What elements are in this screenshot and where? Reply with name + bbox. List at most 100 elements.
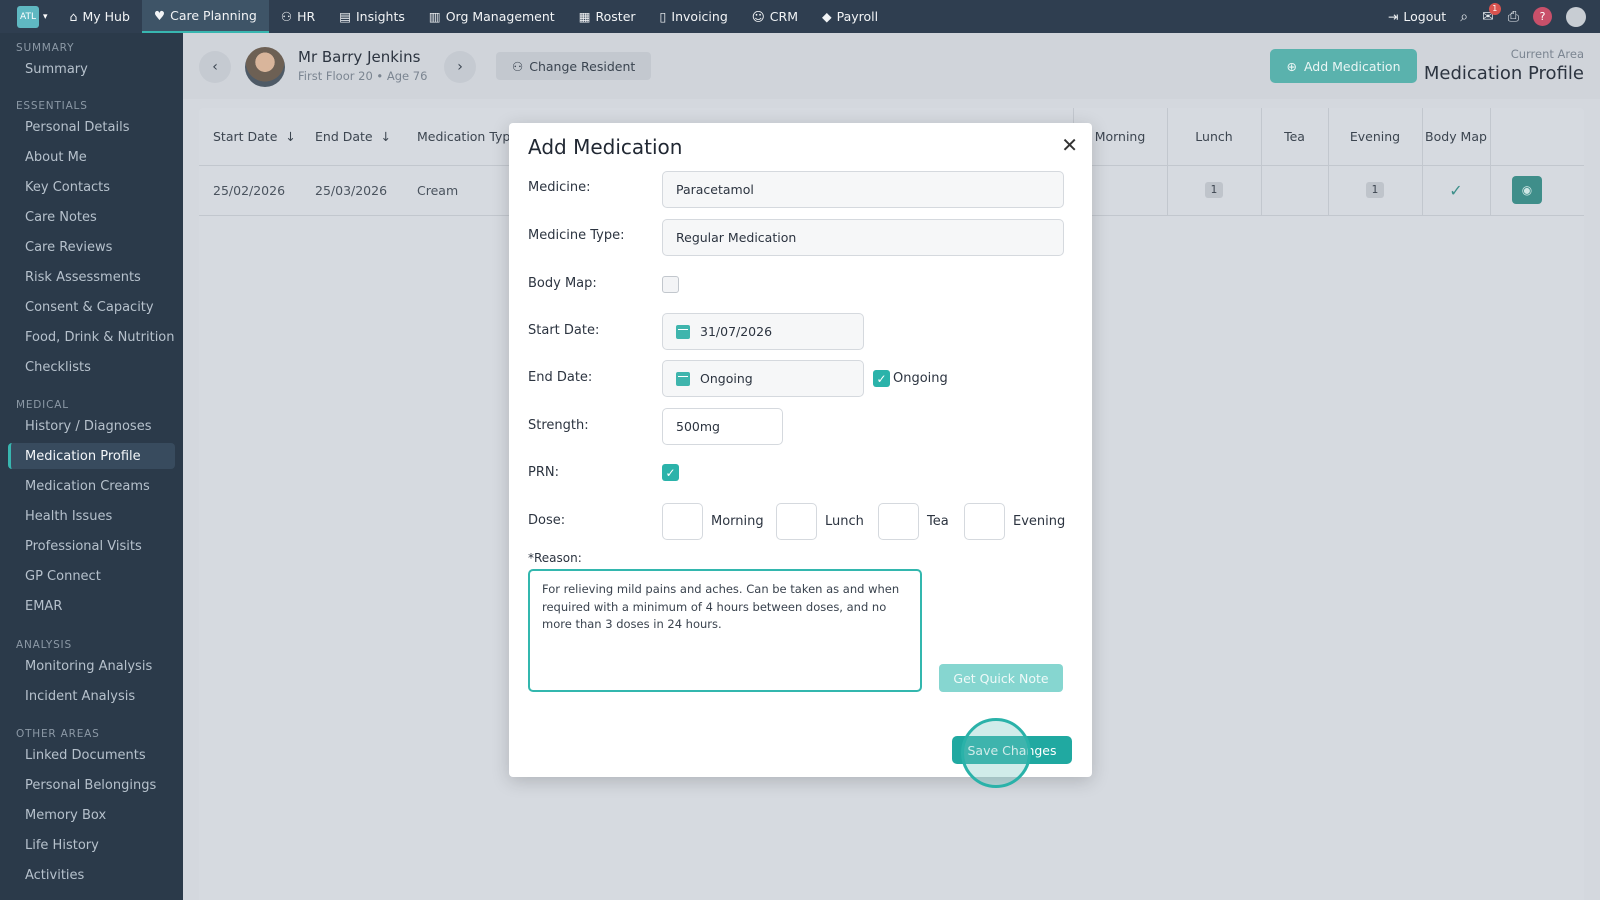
- mail-icon[interactable]: ✉ 1: [1482, 2, 1501, 25]
- separator-dot: •: [376, 69, 387, 83]
- eye-icon: ◉: [1521, 183, 1533, 197]
- add-medication-button[interactable]: ⊕ Add Medication: [1270, 49, 1417, 83]
- sidebar-item-professional-visits[interactable]: Professional Visits: [8, 533, 175, 559]
- get-quick-note-button[interactable]: Get Quick Note: [939, 664, 1063, 692]
- sidebar-item-monitoring-analysis[interactable]: Monitoring Analysis: [8, 653, 175, 679]
- checkmark-icon: ✓: [1449, 180, 1463, 200]
- dose-lunch-input[interactable]: [776, 503, 817, 540]
- close-icon[interactable]: ✕: [1061, 133, 1078, 157]
- resident-age: Age 76: [386, 69, 428, 83]
- sidebar-item-medication-profile[interactable]: Medication Profile: [8, 443, 175, 469]
- chart-icon: ▤: [339, 9, 351, 24]
- ongoing-checkbox[interactable]: ✓: [873, 370, 890, 387]
- column-header-medication-type[interactable]: Medication Type: [417, 108, 513, 165]
- nav-my-hub[interactable]: ⌂ My Hub: [58, 0, 142, 33]
- sidebar-item-personal-details[interactable]: Personal Details: [8, 114, 175, 140]
- nav-label: Invoicing: [671, 9, 728, 24]
- nav-hr[interactable]: ⚇ HR: [269, 0, 327, 33]
- contacts-icon: ☺: [751, 9, 765, 24]
- help-icon[interactable]: ?: [1533, 7, 1552, 26]
- start-date-field[interactable]: 31/07/2026: [662, 313, 864, 350]
- cell-start-date: 25/02/2026: [213, 182, 286, 198]
- medicine-field[interactable]: Paracetamol: [662, 171, 1064, 208]
- search-icon[interactable]: ⌕: [1460, 9, 1468, 25]
- header-label: Start Date: [213, 129, 278, 144]
- end-date-field[interactable]: Ongoing: [662, 360, 864, 397]
- sidebar-item-checklists[interactable]: Checklists: [8, 354, 175, 380]
- medicine-type-field[interactable]: Regular Medication: [662, 219, 1064, 256]
- prn-checkbox[interactable]: ✓: [662, 464, 679, 481]
- org-switcher[interactable]: ATL ▾: [17, 5, 48, 28]
- dose-morning-input[interactable]: [662, 503, 703, 540]
- people-icon: ⚇: [280, 9, 293, 24]
- sidebar-item-activities[interactable]: Activities: [8, 862, 175, 888]
- nav-roster[interactable]: ▦ Roster: [567, 0, 648, 33]
- dose-evening-input[interactable]: [964, 503, 1005, 540]
- resident-details: First Floor 20 • Age 76: [298, 69, 427, 83]
- sidebar-item-care-reviews[interactable]: Care Reviews: [8, 234, 175, 260]
- body-map-checkbox[interactable]: [662, 276, 679, 293]
- sidebar-item-key-contacts[interactable]: Key Contacts: [8, 174, 175, 200]
- column-header-end-date[interactable]: End Date ↓: [315, 108, 405, 165]
- nav-care-planning[interactable]: ♥ Care Planning: [141, 0, 269, 33]
- dose-tea-input[interactable]: [878, 503, 919, 540]
- logout-label: Logout: [1403, 9, 1447, 24]
- sidebar-heading: Medical: [16, 399, 69, 411]
- divider: [1261, 108, 1262, 215]
- view-button[interactable]: ◉: [1512, 176, 1542, 204]
- nav-label: CRM: [769, 9, 798, 24]
- calendar-icon: ▦: [578, 9, 591, 24]
- change-resident-button[interactable]: ⚇ Change Resident: [496, 52, 652, 80]
- sidebar-item-health-issues[interactable]: Health Issues: [8, 503, 175, 529]
- nav-crm[interactable]: ☺ CRM: [740, 0, 810, 33]
- sidebar-item-memory-box[interactable]: Memory Box: [8, 802, 175, 828]
- sidebar-heading: Other Areas: [16, 728, 100, 740]
- body-map-label: Body Map:: [528, 276, 597, 291]
- cell-medication-type: Cream: [417, 182, 459, 198]
- heart-icon: ♥: [153, 8, 166, 23]
- dose-morning-label: Morning: [711, 514, 764, 529]
- sidebar-item-life-history[interactable]: Life History: [8, 832, 175, 858]
- document-icon: ▯: [659, 9, 667, 24]
- reason-textarea[interactable]: For relieving mild pains and aches. Can …: [528, 569, 922, 692]
- logout-button[interactable]: ⇥ Logout: [1388, 0, 1446, 33]
- resident-header: ‹ Mr Barry Jenkins First Floor 20 • Age …: [183, 33, 1600, 99]
- end-date-label: End Date:: [528, 370, 593, 385]
- column-header-tea: Tea: [1284, 129, 1305, 144]
- sidebar-item-risk-assessments[interactable]: Risk Assessments: [8, 264, 175, 290]
- next-resident-button[interactable]: ›: [444, 51, 476, 83]
- nav-org-management[interactable]: ▥ Org Management: [417, 0, 567, 33]
- nav-payroll[interactable]: ◆ Payroll: [810, 0, 890, 33]
- cell-end-date: 25/03/2026: [315, 182, 388, 198]
- sidebar-item-care-notes[interactable]: Care Notes: [8, 204, 175, 230]
- sidebar-item-emar[interactable]: EMAR: [8, 593, 175, 619]
- tag-icon: ◆: [822, 9, 832, 24]
- sidebar-item-history-diagnoses[interactable]: History / Diagnoses: [8, 413, 175, 439]
- modal-title: Add Medication: [528, 135, 683, 159]
- save-changes-button[interactable]: Save Changes: [952, 736, 1072, 764]
- sidebar-heading: Analysis: [16, 639, 72, 651]
- start-date-label: Start Date:: [528, 323, 600, 338]
- sidebar-item-personal-belongings[interactable]: Personal Belongings: [8, 772, 175, 798]
- sidebar-item-food-drink-nutrition[interactable]: Food, Drink & Nutrition: [8, 324, 175, 350]
- column-header-start-date[interactable]: Start Date ↓: [213, 108, 303, 165]
- strength-field[interactable]: 500mg: [662, 408, 783, 445]
- chevron-left-icon: ‹: [212, 59, 218, 75]
- print-icon[interactable]: ⎙: [1508, 9, 1519, 25]
- nav-invoicing[interactable]: ▯ Invoicing: [648, 0, 740, 33]
- resident-avatar: [245, 47, 285, 87]
- sidebar-item-about-me[interactable]: About Me: [8, 144, 175, 170]
- dose-lunch-label: Lunch: [825, 514, 864, 529]
- resident-name: Mr Barry Jenkins: [298, 48, 421, 66]
- sidebar-item-gp-connect[interactable]: GP Connect: [8, 563, 175, 589]
- sidebar-item-medication-creams[interactable]: Medication Creams: [8, 473, 175, 499]
- sidebar-item-summary[interactable]: Summary: [8, 56, 175, 82]
- sidebar-item-incident-analysis[interactable]: Incident Analysis: [8, 683, 175, 709]
- user-avatar[interactable]: [1566, 6, 1586, 27]
- previous-resident-button[interactable]: ‹: [199, 51, 231, 83]
- nav-insights[interactable]: ▤ Insights: [327, 0, 417, 33]
- nav-label: Org Management: [445, 9, 555, 24]
- add-medication-modal: Add Medication ✕ Medicine: Paracetamol M…: [509, 123, 1092, 788]
- sidebar-item-consent-capacity[interactable]: Consent & Capacity: [8, 294, 175, 320]
- sidebar-item-linked-documents[interactable]: Linked Documents: [8, 742, 175, 768]
